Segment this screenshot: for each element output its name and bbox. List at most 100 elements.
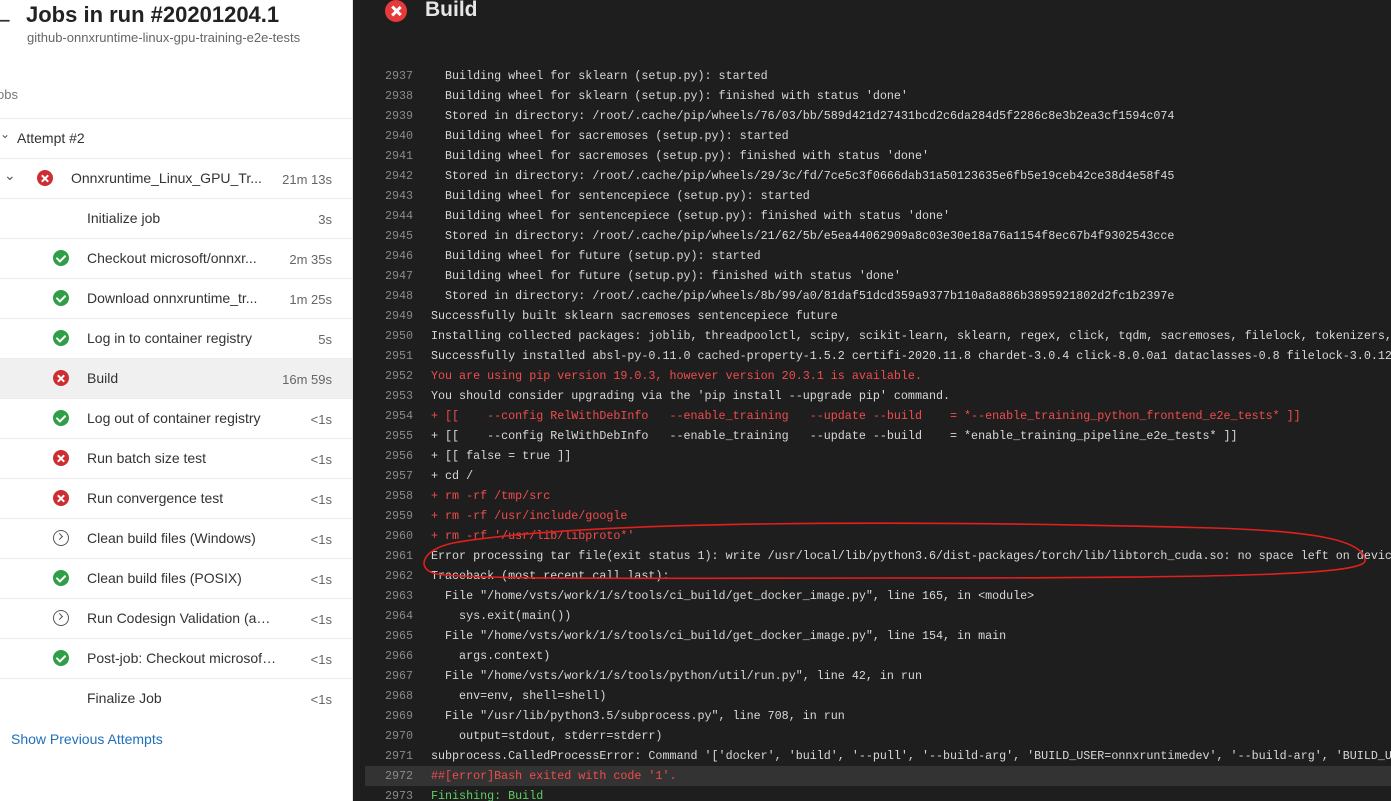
step-row[interactable]: Download onnxruntime_tr... 1m 25s — [0, 278, 352, 318]
log-line: 2971 subprocess.CalledProcessError: Comma… — [365, 746, 1391, 766]
step-row[interactable]: Build 16m 59s — [0, 358, 352, 398]
log-line-text: ##[error]Bash exited with code '1'. — [431, 769, 677, 783]
run-title: Jobs in run #20201204.1 — [26, 2, 280, 27]
log-line-number: 2965 — [384, 629, 413, 643]
step-row[interactable]: Log in to container registry 5s — [0, 318, 352, 358]
log-line: 2972 ##[error]Bash exited with code '1'. — [365, 766, 1391, 786]
step-name: Initialize job — [87, 210, 161, 226]
log-line: 2964 sys.exit(main()) — [365, 606, 1391, 626]
log-line-number: 2952 — [384, 369, 413, 383]
log-line-text: Building wheel for sentencepiece (setup.… — [431, 189, 810, 203]
jobs-sidebar: ← Jobs in run #20201204.1 github-onnxrun… — [0, 0, 353, 801]
step-row[interactable]: Clean build files (Windows) <1s — [0, 518, 352, 558]
log-line-text: + [[ --config RelWithDebInfo --enable_tr… — [431, 409, 1301, 423]
log-line-number: 2960 — [384, 529, 413, 543]
log-line-number: 2967 — [384, 669, 413, 683]
step-row[interactable]: Finalize Job <1s — [0, 678, 352, 718]
step-row[interactable]: Run convergence test <1s — [0, 478, 352, 518]
log-line-text: Building wheel for sklearn (setup.py): f… — [431, 89, 908, 103]
step-row[interactable]: Run Codesign Validation (aut... <1s — [0, 598, 352, 638]
log-line-text: output=stdout, stderr=stderr) — [431, 729, 663, 743]
log-line-number: 2968 — [384, 689, 413, 703]
log-line: 2945 Stored in directory: /root/.cache/p… — [365, 226, 1391, 246]
step-duration: <1s — [310, 532, 332, 547]
log-line-number: 2964 — [384, 609, 413, 623]
log-line-number: 2937 — [384, 69, 413, 83]
step-duration: 1m 25s — [289, 292, 332, 307]
step-name: Download onnxruntime_tr... — [87, 290, 258, 306]
step-duration: 16m 59s — [282, 372, 332, 387]
log-line: 2947 Building wheel for future (setup.py… — [365, 266, 1391, 286]
log-line: 2943 Building wheel for sentencepiece (s… — [365, 186, 1391, 206]
step-duration: 5s — [318, 332, 332, 347]
log-line: 2961 Error processing tar file(exit statu… — [365, 546, 1391, 566]
log-line: 2952 You are using pip version 19.0.3, ho… — [365, 366, 1391, 386]
log-line-text: Building wheel for sacremoses (setup.py)… — [431, 129, 789, 143]
error-icon — [53, 370, 69, 386]
job-row[interactable]: ⌄ Onnxruntime_Linux_GPU_Tr... 21m 13s — [0, 158, 352, 198]
log-line-number: 2948 — [384, 289, 413, 303]
step-duration: <1s — [310, 492, 332, 507]
log-line: 2970 output=stdout, stderr=stderr) — [365, 726, 1391, 746]
log-line: 2958 + rm -rf /tmp/src — [365, 486, 1391, 506]
log-line-text: Stored in directory: /root/.cache/pip/wh… — [431, 169, 1175, 183]
log-line: 2962 Traceback (most recent call last): — [365, 566, 1391, 586]
log-line: 2973 Finishing: Build — [365, 786, 1391, 801]
log-line-text: Finishing: Build — [431, 789, 544, 801]
step-name: Finalize Job — [87, 690, 162, 706]
log-line-number: 2966 — [384, 649, 413, 663]
step-name: Build — [87, 370, 119, 386]
step-row[interactable]: Clean build files (POSIX) <1s — [0, 558, 352, 598]
success-check-icon — [53, 290, 69, 306]
build-title: Build — [425, 0, 478, 21]
step-name: Log in to container registry — [87, 330, 252, 346]
log-line-number: 2942 — [384, 169, 413, 183]
log-line-number: 2944 — [384, 209, 413, 223]
log-line-number: 2951 — [384, 349, 413, 363]
back-arrow-icon[interactable]: ← — [0, 8, 11, 32]
step-name: Run Codesign Validation (aut... — [87, 610, 277, 626]
step-row[interactable]: Checkout microsoft/onnxr... 2m 35s — [0, 238, 352, 278]
log-line: 2963 File "/home/vsts/work/1/s/tools/ci_… — [365, 586, 1391, 606]
not-run-icon — [53, 610, 69, 626]
log-line: 2956 + [[ false = true ]] — [365, 446, 1391, 466]
log-line-number: 2941 — [384, 149, 413, 163]
success-check-icon — [53, 650, 69, 666]
log-line-text: Building wheel for sentencepiece (setup.… — [431, 209, 951, 223]
success-check-icon — [53, 250, 69, 266]
attempt-group[interactable]: ⌄ Attempt #2 — [0, 118, 352, 158]
log-line-number: 2950 — [384, 329, 413, 343]
log-line-text: env=env, shell=shell) — [431, 689, 607, 703]
log-line: 2965 File "/home/vsts/work/1/s/tools/ci_… — [365, 626, 1391, 646]
log-line-text: Building wheel for future (setup.py): fi… — [431, 269, 901, 283]
log-line-number: 2962 — [384, 569, 413, 583]
log-line-text: + [[ false = true ]] — [431, 449, 572, 463]
log-line-text: sys.exit(main()) — [431, 609, 572, 623]
step-row[interactable]: Post-job: Checkout microsoft/... <1s — [0, 638, 352, 678]
step-duration: <1s — [310, 452, 332, 467]
log-line: 2967 File "/home/vsts/work/1/s/tools/pyt… — [365, 666, 1391, 686]
log-line-text: Stored in directory: /root/.cache/pip/wh… — [431, 109, 1175, 123]
error-icon — [53, 490, 69, 506]
log-line-text: You should consider upgrading via the 'p… — [431, 389, 951, 403]
log-line-text: + rm -rf /tmp/src — [431, 489, 551, 503]
log-line-number: 2943 — [384, 189, 413, 203]
log-line: 2955 + [[ --config RelWithDebInfo --enabl… — [365, 426, 1391, 446]
step-duration: <1s — [310, 612, 332, 627]
step-row[interactable]: Log out of container registry <1s — [0, 398, 352, 438]
pipeline-name: github-onnxruntime-linux-gpu-training-e2… — [27, 30, 301, 45]
step-row[interactable]: Initialize job 3s — [0, 198, 352, 238]
chevron-down-icon[interactable]: ⌄ — [4, 168, 16, 184]
skipped-check-icon — [53, 210, 69, 226]
attempt-caret-icon[interactable]: ⌄ — [0, 127, 10, 141]
log-line-text: Successfully built sklearn sacremoses se… — [431, 309, 838, 323]
log-line-number: 2957 — [384, 469, 413, 483]
log-line-number: 2949 — [384, 309, 413, 323]
step-row[interactable]: Run batch size test <1s — [0, 438, 352, 478]
log-line-text: Stored in directory: /root/.cache/pip/wh… — [431, 229, 1175, 243]
show-previous-attempts-link[interactable]: Show Previous Attempts — [11, 731, 163, 747]
log-line-number: 2971 — [384, 749, 413, 763]
step-duration: <1s — [310, 692, 332, 707]
log-line-text: + [[ --config RelWithDebInfo --enable_tr… — [431, 429, 1238, 443]
log-line-number: 2972 — [384, 769, 413, 783]
